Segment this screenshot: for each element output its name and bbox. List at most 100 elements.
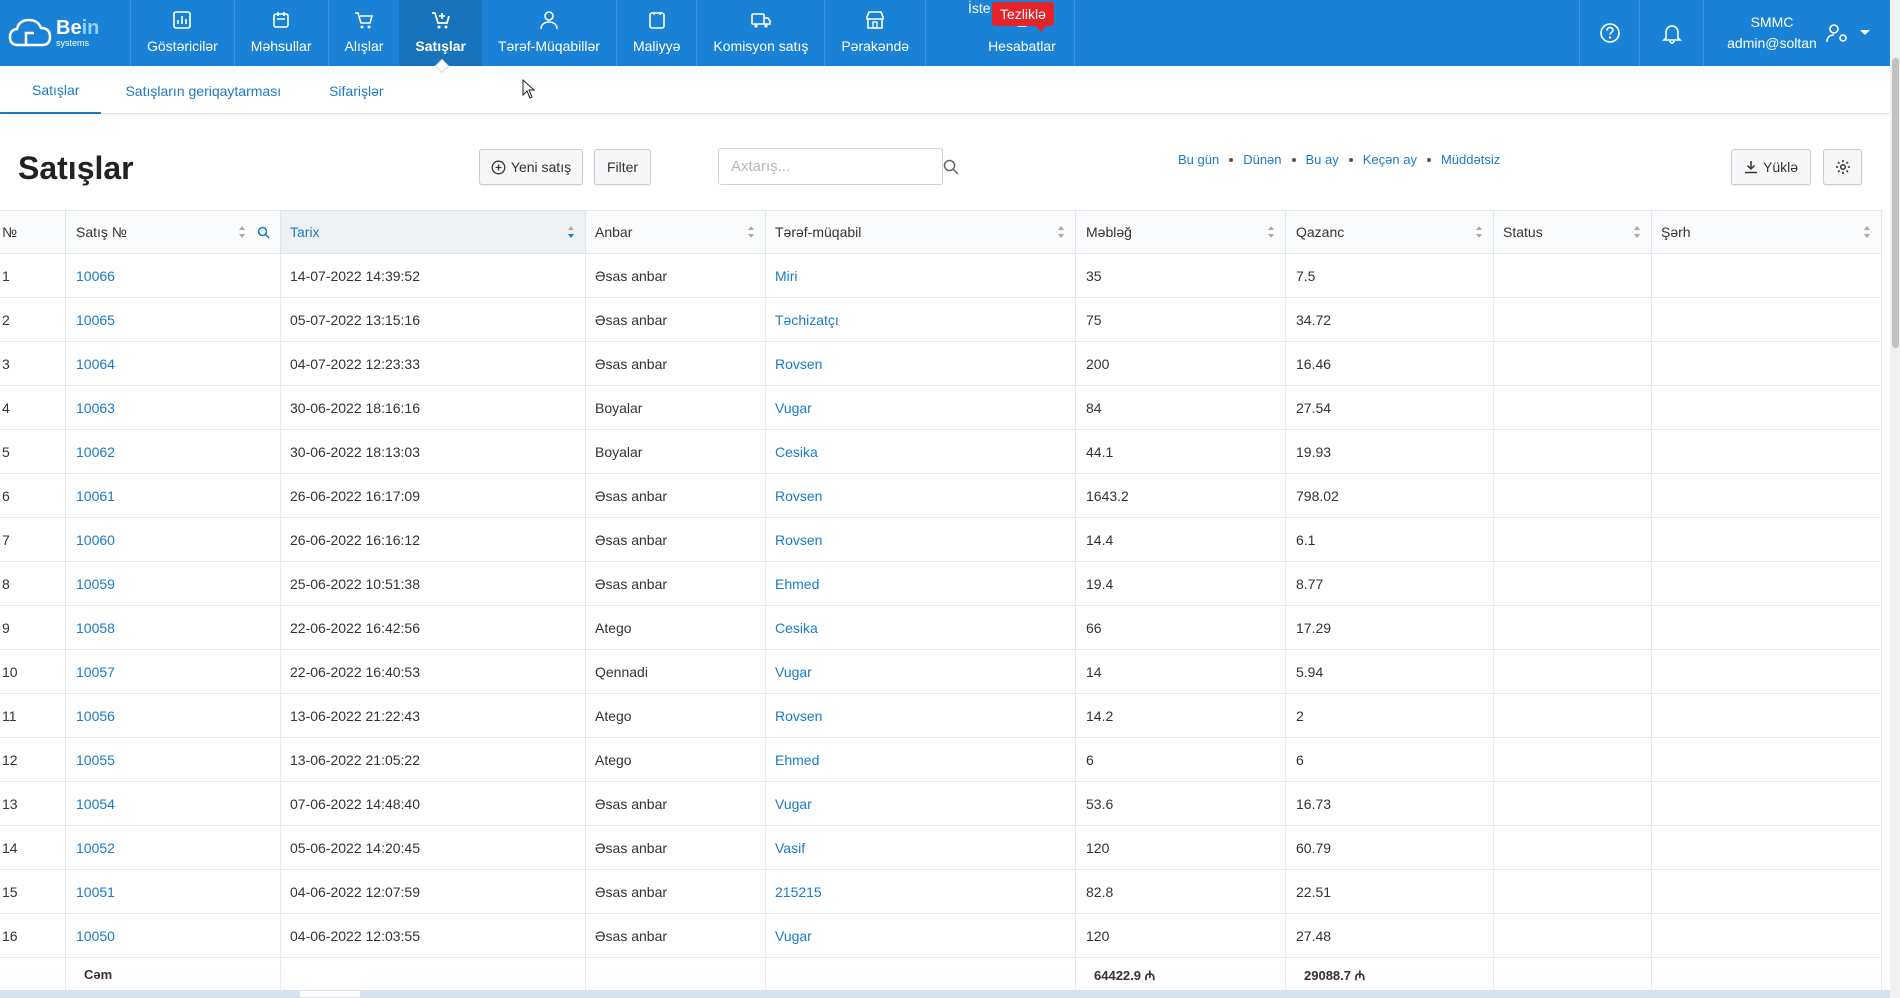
table-row[interactable]: 13 10054 07-06-2022 14:48:40 Əsas anbar Vuga…: [0, 782, 1882, 826]
table-row[interactable]: 15 10051 04-06-2022 12:07:59 Əsas anbar 2152…: [0, 870, 1882, 914]
sort-icon[interactable]: [747, 225, 755, 239]
tab-satislar[interactable]: Satışlar: [0, 67, 102, 114]
search-input[interactable]: [719, 149, 942, 184]
column-header-comment[interactable]: Şərh: [1652, 211, 1882, 253]
settings-button[interactable]: [1823, 149, 1862, 185]
nav-item-teref-muqabiller[interactable]: Tərəf-Müqabillər: [482, 0, 616, 66]
filter-button[interactable]: Filter: [594, 149, 651, 185]
table-row[interactable]: 1 10066 14-07-2022 14:39:52 Əsas anbar Miri 3…: [0, 254, 1882, 298]
nav-item-maliyye[interactable]: Maliyyə: [617, 0, 696, 66]
quick-filter-last-month[interactable]: Keçən ay: [1363, 152, 1417, 167]
download-button[interactable]: Yüklə: [1731, 149, 1811, 185]
profit-cell: 798.02: [1286, 474, 1494, 517]
counterparty-link[interactable]: Ehmed: [766, 738, 1076, 781]
sale-number-link[interactable]: 10052: [66, 826, 281, 869]
sale-number-link[interactable]: 10065: [66, 298, 281, 341]
column-header-amount[interactable]: Məbləğ: [1076, 211, 1286, 253]
column-label: Anbar: [595, 224, 633, 240]
user-menu[interactable]: SMMC admin@soltan: [1703, 0, 1890, 66]
table-row[interactable]: 14 10052 05-06-2022 14:20:45 Əsas anbar Vasi…: [0, 826, 1882, 870]
sale-number-link[interactable]: 10066: [66, 254, 281, 297]
sort-icon[interactable]: [1057, 225, 1065, 239]
nav-item-satislar[interactable]: Satışlar: [399, 0, 482, 66]
sale-number-link[interactable]: 10057: [66, 650, 281, 693]
new-sale-button[interactable]: Yeni satış: [479, 149, 583, 185]
sort-icon[interactable]: [1267, 225, 1275, 239]
counterparty-link[interactable]: Vugar: [766, 650, 1076, 693]
sort-icon[interactable]: [1863, 225, 1871, 239]
column-header-sale-no[interactable]: Satış №: [66, 211, 281, 253]
help-button[interactable]: [1579, 0, 1639, 66]
sale-number-link[interactable]: 10064: [66, 342, 281, 385]
table-row[interactable]: 4 10063 30-06-2022 18:16:16 Boyalar Vugar 84 2…: [0, 386, 1882, 430]
nav-item-alislar[interactable]: Alışlar: [329, 0, 400, 66]
table-row[interactable]: 3 10064 04-07-2022 12:23:33 Əsas anbar Rovse…: [0, 342, 1882, 386]
amount-cell: 6: [1076, 738, 1286, 781]
counterparty-link[interactable]: Rovsen: [766, 518, 1076, 561]
amount-cell: 53.6: [1076, 782, 1286, 825]
counterparty-link[interactable]: Rovsen: [766, 342, 1076, 385]
sale-number-link[interactable]: 10054: [66, 782, 281, 825]
sale-number-link[interactable]: 10060: [66, 518, 281, 561]
vertical-scrollbar[interactable]: [1890, 0, 1900, 998]
nav-item-gostericiler[interactable]: Göstəricilər: [131, 0, 234, 66]
counterparty-link[interactable]: Təchizatçı: [766, 298, 1076, 341]
counterparty-link[interactable]: Rovsen: [766, 694, 1076, 737]
horizontal-scrollbar[interactable]: [0, 990, 1890, 998]
table-row[interactable]: 9 10058 22-06-2022 16:42:56 Atego Cesika 66 17…: [0, 606, 1882, 650]
table-row[interactable]: 10 10057 22-06-2022 16:40:53 Qennadi Vugar 14…: [0, 650, 1882, 694]
sale-number-link[interactable]: 10059: [66, 562, 281, 605]
table-row[interactable]: 6 10061 26-06-2022 16:17:09 Əsas anbar Rovse…: [0, 474, 1882, 518]
nav-item-perakende[interactable]: Pərakəndə: [825, 0, 925, 66]
counterparty-link[interactable]: Vugar: [766, 782, 1076, 825]
column-header-date[interactable]: Tarix: [281, 211, 586, 253]
notifications-button[interactable]: [1639, 0, 1703, 66]
sale-number-link[interactable]: 10058: [66, 606, 281, 649]
warehouse-cell: Əsas anbar: [586, 474, 766, 517]
search-button[interactable]: [942, 149, 959, 184]
tab-sifarisler[interactable]: Sifarişlər: [305, 67, 407, 114]
counterparty-link[interactable]: Vugar: [766, 386, 1076, 429]
sort-icon[interactable]: [238, 225, 246, 239]
counterparty-link[interactable]: Rovsen: [766, 474, 1076, 517]
table-row[interactable]: 12 10055 13-06-2022 21:05:22 Atego Ehmed 6 6: [0, 738, 1882, 782]
sale-number-link[interactable]: 10050: [66, 914, 281, 957]
tab-satislarin-geriqaytarmasi[interactable]: Satışların geriqaytarması: [101, 67, 305, 114]
table-row[interactable]: 2 10065 05-07-2022 13:15:16 Əsas anbar Təchi…: [0, 298, 1882, 342]
counterparty-link[interactable]: Vasif: [766, 826, 1076, 869]
quick-filter-yesterday[interactable]: Dünən: [1243, 152, 1281, 167]
table-row[interactable]: 11 10056 13-06-2022 21:22:43 Atego Rovsen 14.…: [0, 694, 1882, 738]
amount-cell: 19.4: [1076, 562, 1286, 605]
table-row[interactable]: 7 10060 26-06-2022 16:16:12 Əsas anbar Rovse…: [0, 518, 1882, 562]
counterparty-link[interactable]: Vugar: [766, 914, 1076, 957]
sort-desc-icon[interactable]: [567, 225, 575, 239]
sort-icon[interactable]: [1475, 225, 1483, 239]
sort-icon[interactable]: [1633, 225, 1641, 239]
search-icon[interactable]: [257, 226, 270, 239]
table-row[interactable]: 5 10062 30-06-2022 18:13:03 Boyalar Cesika 44…: [0, 430, 1882, 474]
counterparty-link[interactable]: Cesika: [766, 606, 1076, 649]
counterparty-link[interactable]: Miri: [766, 254, 1076, 297]
nav-item-komisyon-satis[interactable]: Komisyon satış: [697, 0, 824, 66]
column-header-counterparty[interactable]: Tərəf-müqabil: [766, 211, 1076, 253]
brand-logo[interactable]: Bein systems: [0, 0, 130, 66]
quick-filter-this-month[interactable]: Bu ay: [1306, 152, 1339, 167]
counterparty-link[interactable]: Cesika: [766, 430, 1076, 473]
quick-filter-unlimited[interactable]: Müddətsiz: [1441, 152, 1500, 167]
column-header-warehouse[interactable]: Anbar: [586, 211, 766, 253]
table-row[interactable]: 8 10059 25-06-2022 10:51:38 Əsas anbar Ehmed…: [0, 562, 1882, 606]
sale-number-link[interactable]: 10063: [66, 386, 281, 429]
counterparty-link[interactable]: Ehmed: [766, 562, 1076, 605]
sale-number-link[interactable]: 10051: [66, 870, 281, 913]
counterparty-link[interactable]: 215215: [766, 870, 1076, 913]
table-row[interactable]: 16 10050 04-06-2022 12:03:55 Əsas anbar Vuga…: [0, 914, 1882, 958]
sale-number-link[interactable]: 10062: [66, 430, 281, 473]
column-header-profit[interactable]: Qazanc: [1286, 211, 1494, 253]
sale-number-link[interactable]: 10055: [66, 738, 281, 781]
nav-item-mehsullar[interactable]: Məhsullar: [235, 0, 328, 66]
quick-filter-today[interactable]: Bu gün: [1178, 152, 1219, 167]
date-cell: 22-06-2022 16:40:53: [281, 650, 586, 693]
column-header-status[interactable]: Status: [1494, 211, 1652, 253]
sale-number-link[interactable]: 10056: [66, 694, 281, 737]
sale-number-link[interactable]: 10061: [66, 474, 281, 517]
